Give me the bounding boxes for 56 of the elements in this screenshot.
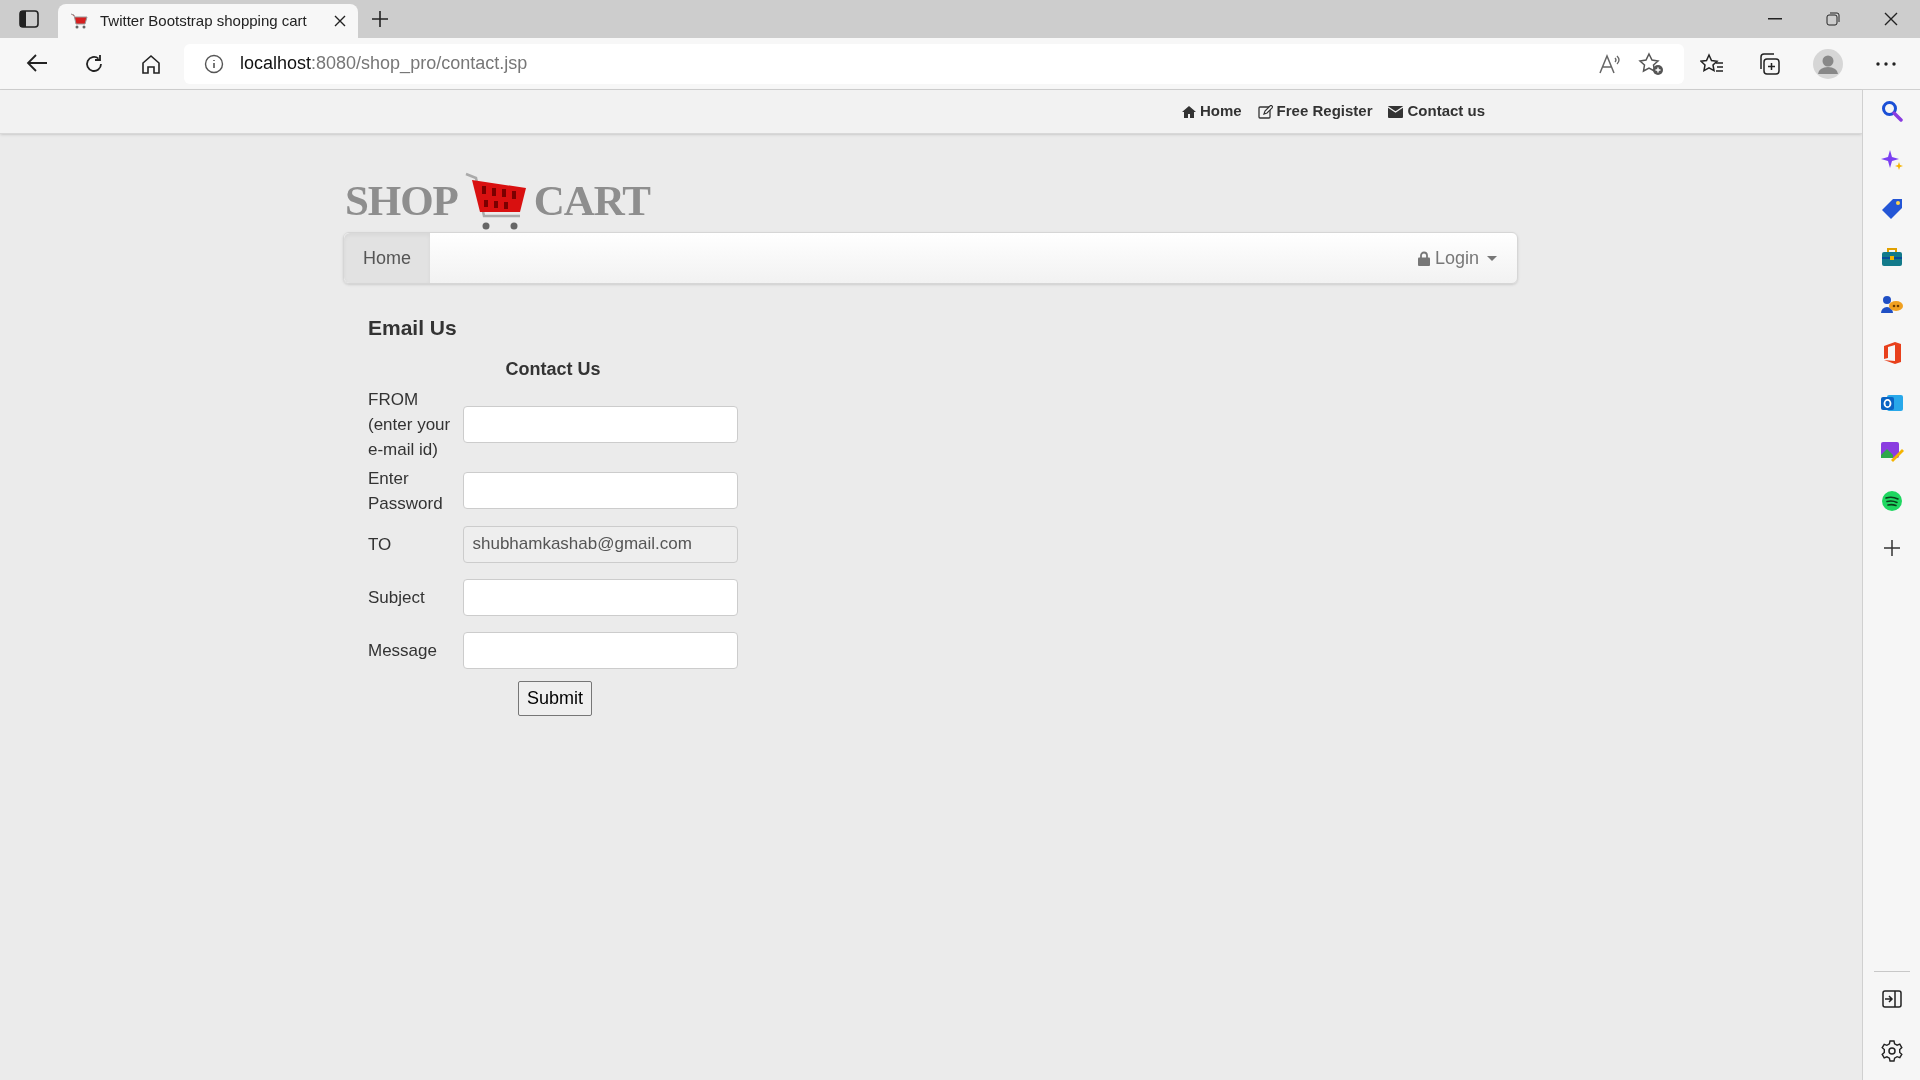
- edit-icon: [1257, 104, 1273, 119]
- input-field[interactable]: [463, 405, 738, 443]
- back-icon[interactable]: [25, 52, 48, 73]
- sparkle-icon[interactable]: [1880, 149, 1903, 171]
- input-field[interactable]: shubhamkashab@gmail.com: [463, 525, 738, 563]
- login-dropdown[interactable]: Login: [1417, 233, 1517, 283]
- music-app-icon[interactable]: [1880, 490, 1903, 512]
- top-nav-link[interactable]: Home: [1181, 100, 1242, 123]
- field-label: Subject: [368, 586, 426, 609]
- address-bar[interactable]: localhost:8080/shop_pro/contact.jsp: [184, 43, 1684, 84]
- top-nav-link[interactable]: Free Register: [1257, 100, 1373, 123]
- add-favorite-icon[interactable]: [1638, 51, 1664, 76]
- add-icon[interactable]: [1882, 539, 1901, 557]
- home-icon[interactable]: [140, 52, 163, 75]
- tab-actions-icon[interactable]: [19, 10, 39, 28]
- favorites-icon[interactable]: [1700, 52, 1725, 75]
- close-tab-icon[interactable]: [334, 15, 346, 27]
- image-editor-icon[interactable]: [1879, 441, 1904, 463]
- info-icon: [204, 53, 224, 74]
- input-field[interactable]: [463, 631, 738, 669]
- new-tab-icon[interactable]: [371, 10, 389, 28]
- search-icon[interactable]: [1880, 100, 1903, 122]
- minimize-icon[interactable]: [1768, 18, 1782, 20]
- reload-icon[interactable]: [83, 52, 105, 75]
- logo-text: CART: [533, 179, 650, 222]
- url-text: localhost:8080/shop_pro/contact.jsp: [240, 52, 528, 76]
- settings-icon[interactable]: [1880, 1040, 1903, 1062]
- nav-tab[interactable]: Home: [344, 233, 430, 283]
- form-title: Contact Us: [504, 357, 602, 381]
- profile-avatar-icon[interactable]: [1813, 48, 1844, 79]
- caret-icon: [1487, 255, 1497, 261]
- read-aloud-icon[interactable]: [1598, 52, 1622, 75]
- submit-button[interactable]: Submit: [518, 680, 593, 716]
- logo-text: SHOP: [345, 179, 458, 222]
- browser-tab[interactable]: Twitter Bootstrap shopping cart: [58, 4, 358, 38]
- hide-sidebar-icon[interactable]: [1881, 990, 1902, 1008]
- cart-favicon-icon: [70, 13, 88, 29]
- input-field[interactable]: [463, 578, 738, 616]
- close-icon[interactable]: [1884, 12, 1898, 26]
- tag-icon[interactable]: [1880, 198, 1903, 220]
- field-label: Enter Password: [368, 467, 444, 515]
- page-heading: Email Us: [368, 315, 458, 341]
- input-field[interactable]: [463, 472, 738, 509]
- tab-title: Twitter Bootstrap shopping cart: [100, 10, 308, 31]
- field-label: TO: [368, 533, 393, 556]
- restore-icon[interactable]: [1826, 12, 1840, 26]
- office-icon[interactable]: [1881, 341, 1902, 365]
- envelope-icon: [1388, 105, 1404, 118]
- field-label: FROM (enter your e-mail id): [368, 388, 452, 461]
- lock-icon: [1417, 250, 1430, 266]
- toolbox-icon[interactable]: [1880, 247, 1903, 267]
- mail-icon[interactable]: [1879, 392, 1904, 414]
- field-label: Message: [368, 639, 438, 662]
- home-icon: [1181, 105, 1196, 118]
- more-icon[interactable]: [1875, 61, 1896, 66]
- top-nav-link[interactable]: Contact us: [1388, 100, 1485, 123]
